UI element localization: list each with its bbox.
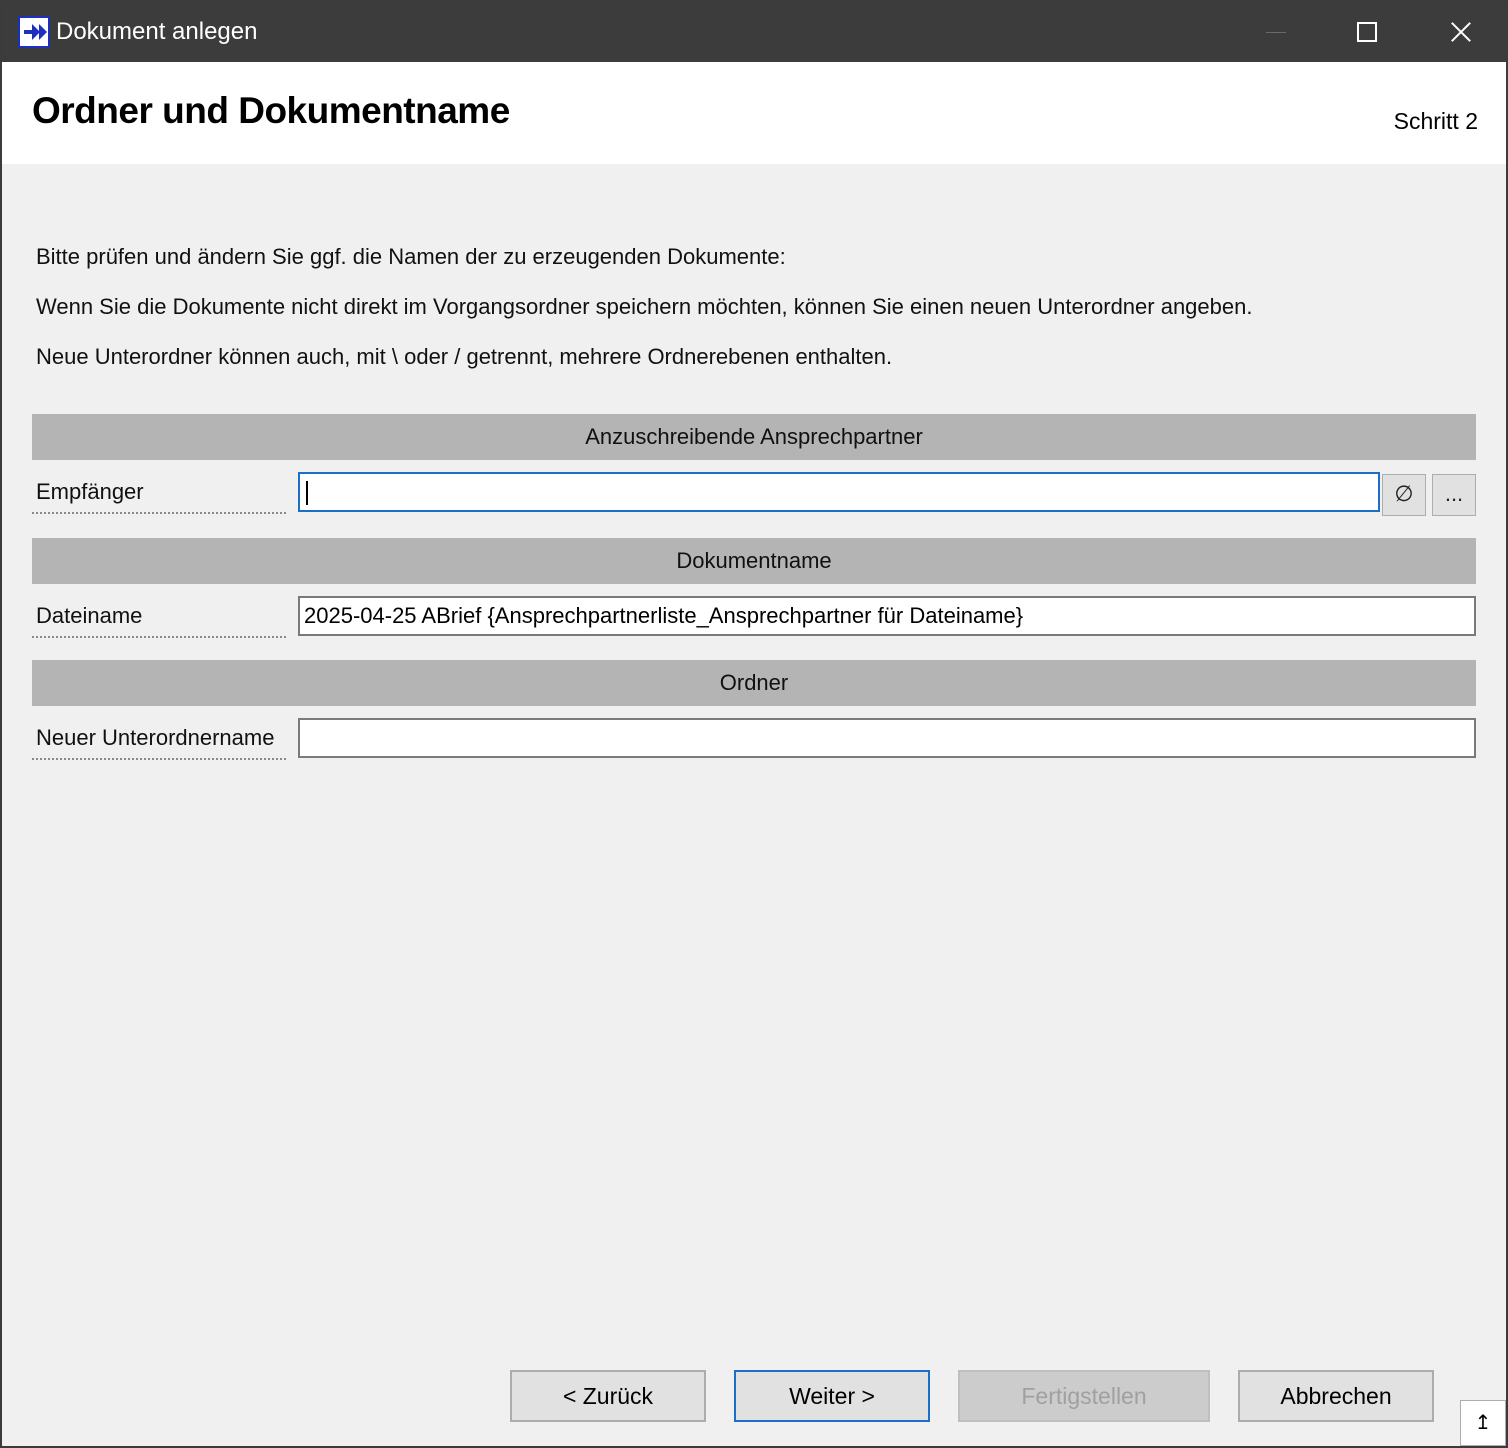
recipient-label: Empfänger	[32, 472, 286, 514]
back-button[interactable]: < Zurück	[510, 1370, 706, 1422]
section-header-recipients: Anzuschreibende Ansprechpartner	[32, 414, 1476, 460]
empty-set-icon: ∅	[1394, 481, 1414, 506]
window-title: Dokument anlegen	[56, 18, 258, 45]
intro-text-3: Neue Unterordner können auch, mit \ oder…	[36, 344, 893, 369]
next-button[interactable]: Weiter >	[734, 1370, 930, 1422]
ellipsis-icon: ...	[1444, 481, 1464, 506]
page-title: Ordner und Dokumentname	[32, 90, 510, 131]
wizard-window: Dokument anlegen Ordner und Dokumentname…	[0, 0, 1508, 1448]
section-header-folder: Ordner	[32, 660, 1476, 706]
close-icon[interactable]	[1412, 2, 1504, 62]
maximize-icon[interactable]	[1320, 2, 1412, 62]
minimize-icon[interactable]	[1228, 2, 1320, 62]
intro-text-2: Wenn Sie die Dokumente nicht direkt im V…	[36, 294, 1253, 319]
title-bar[interactable]: Dokument anlegen	[2, 2, 1506, 62]
browse-recipient-button[interactable]: ...	[1432, 474, 1476, 516]
filename-label: Dateiname	[32, 596, 286, 638]
section-header-document: Dokumentname	[32, 538, 1476, 584]
wizard-header: Ordner und Dokumentname Schritt 2	[2, 62, 1506, 164]
subfolder-label: Neuer Unterordnername	[32, 718, 286, 760]
resize-grip-icon[interactable]: ↥	[1460, 1400, 1506, 1446]
subfolder-input[interactable]	[298, 718, 1476, 758]
cancel-button[interactable]: Abbrechen	[1238, 1370, 1434, 1422]
step-indicator: Schritt 2	[1393, 108, 1478, 134]
finish-button[interactable]: Fertigstellen	[958, 1370, 1210, 1422]
text-caret	[306, 481, 308, 506]
app-forward-arrows-icon	[18, 16, 50, 48]
recipient-input[interactable]	[298, 472, 1380, 512]
intro-text-1: Bitte prüfen und ändern Sie ggf. die Nam…	[36, 244, 786, 269]
clear-recipient-button[interactable]: ∅	[1382, 474, 1426, 516]
filename-input[interactable]: 2025-04-25 ABrief {Ansprechpartnerliste_…	[298, 596, 1476, 636]
